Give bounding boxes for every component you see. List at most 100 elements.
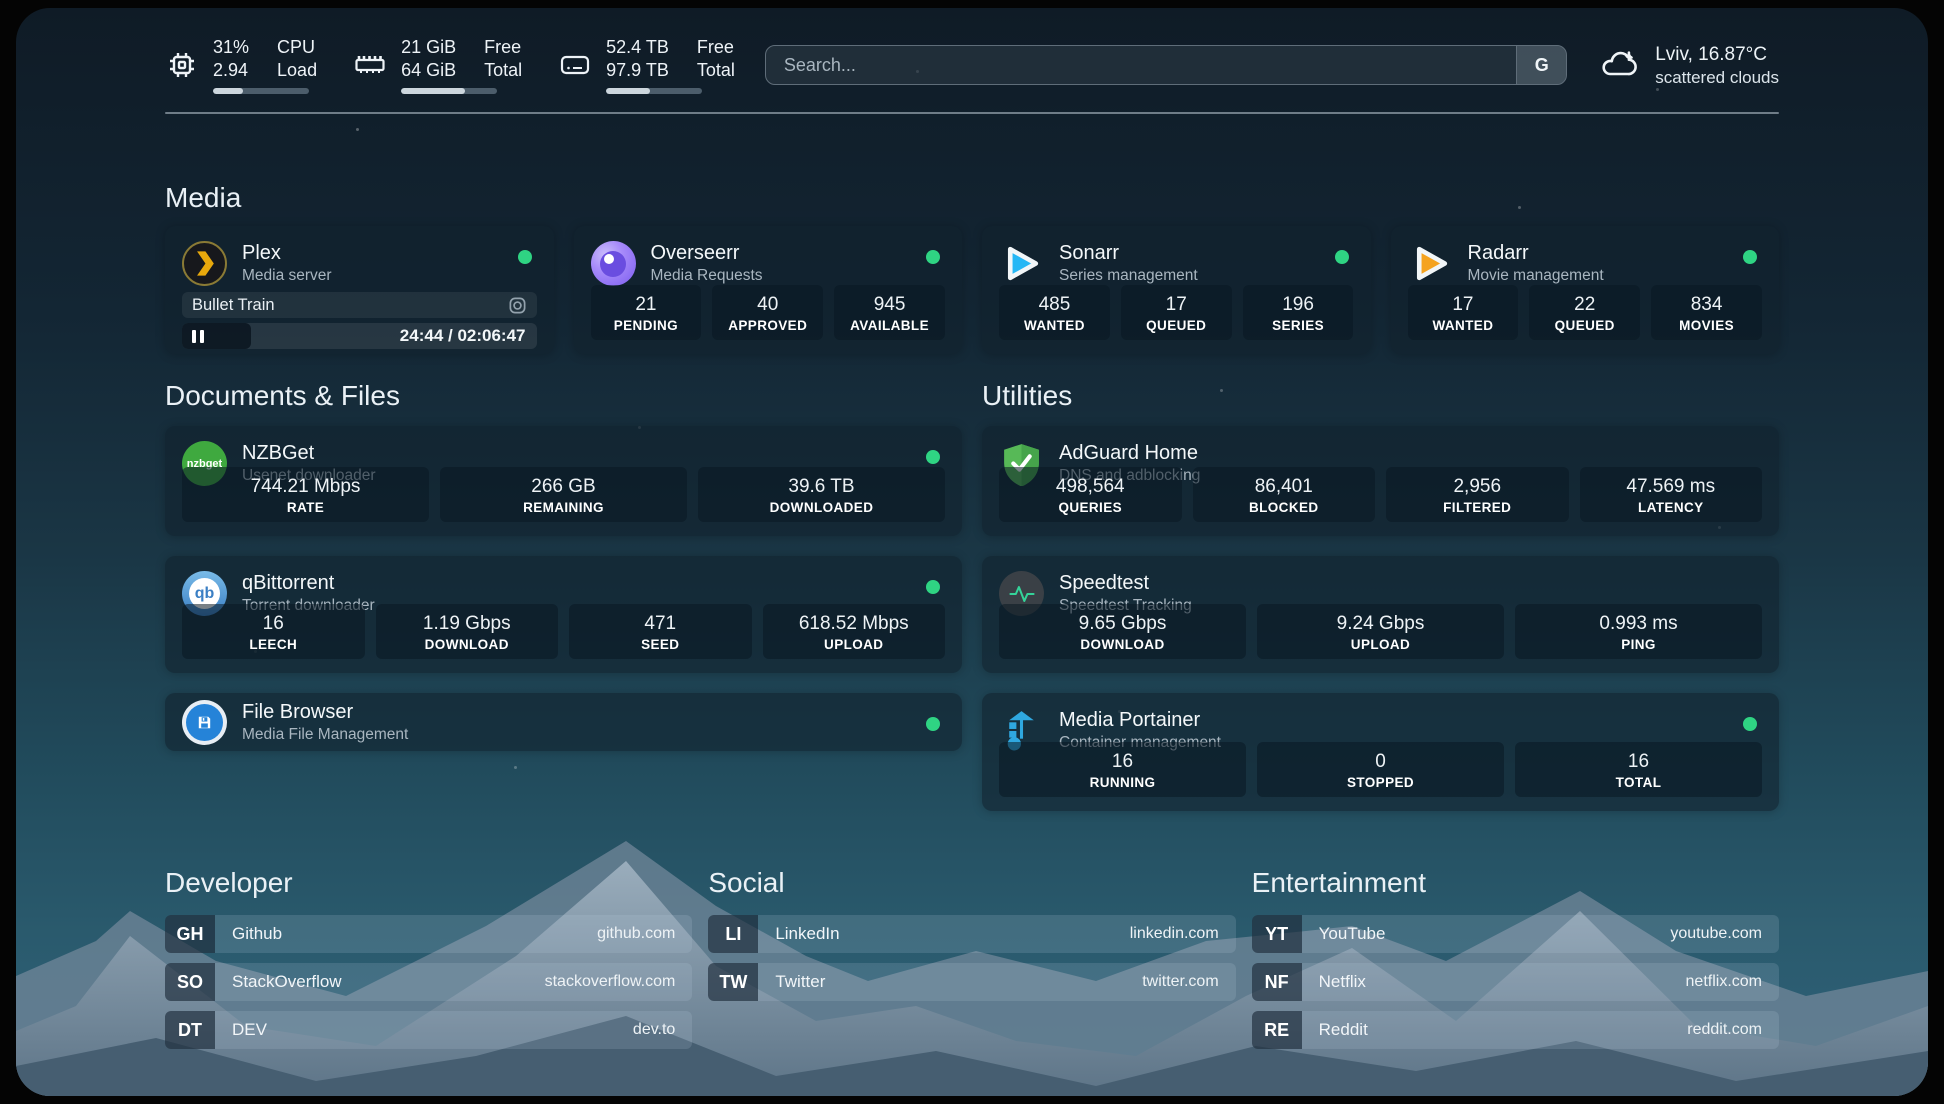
stat-movies: 834MOVIES <box>1651 285 1762 340</box>
status-dot <box>1743 717 1757 731</box>
bookmark-abbr: DT <box>165 1011 215 1049</box>
now-playing-title: Bullet Train <box>192 296 275 315</box>
bookmark-url: dev.to <box>633 1021 692 1039</box>
stat-wanted: 17WANTED <box>1408 285 1519 340</box>
bookmark-stackoverflow[interactable]: SO StackOverflow stackoverflow.com <box>165 963 692 1001</box>
bookmark-twitter[interactable]: TW Twitter twitter.com <box>708 963 1235 1001</box>
status-dot <box>926 717 940 731</box>
stat-download: 9.65 GbpsDOWNLOAD <box>999 604 1246 659</box>
app-card-speedtest[interactable]: Speedtest Speedtest Tracking 9.65 GbpsDO… <box>982 556 1779 673</box>
app-title: Speedtest <box>1059 571 1192 596</box>
app-title: Overseerr <box>651 241 763 266</box>
stat-rate: 744.21 MbpsRATE <box>182 467 429 522</box>
bookmark-abbr: YT <box>1252 915 1302 953</box>
stat-blocked: 86,401BLOCKED <box>1193 467 1376 522</box>
bookmark-abbr: LI <box>708 915 758 953</box>
stat-queued: 22QUEUED <box>1529 285 1640 340</box>
bookmark-url: twitter.com <box>1142 973 1235 991</box>
app-title: Plex <box>242 241 332 266</box>
app-title: AdGuard Home <box>1059 441 1200 466</box>
stat-total: 16TOTAL <box>1515 742 1762 797</box>
bookmark-name: Twitter <box>758 972 825 992</box>
plex-now-playing-row[interactable]: Bullet Train <box>182 292 537 318</box>
bookmark-reddit[interactable]: RE Reddit reddit.com <box>1252 1011 1779 1049</box>
bookmark-url: netflix.com <box>1686 973 1779 991</box>
app-title: NZBGet <box>242 441 376 466</box>
cpu-load-value: 2.94 <box>213 59 249 82</box>
bookmark-netflix[interactable]: NF Netflix netflix.com <box>1252 963 1779 1001</box>
stat-leech: 16LEECH <box>182 604 365 659</box>
memory-usage-bar <box>401 88 497 94</box>
app-card-filebrowser[interactable]: File Browser Media File Management <box>165 693 962 751</box>
bookmark-abbr: RE <box>1252 1011 1302 1049</box>
memory-stat: 21 GiB 64 GiB Free Total <box>353 36 522 94</box>
app-card-plex[interactable]: Plex Media server Bullet Train <box>165 226 554 354</box>
status-dot <box>926 580 940 594</box>
plex-progress-bar[interactable]: 24:44 / 02:06:47 <box>182 323 537 349</box>
status-dot <box>926 250 940 264</box>
search-engine-button[interactable]: G <box>1516 46 1566 84</box>
cloud-icon <box>1597 43 1641 87</box>
cpu-load-label: Load <box>277 59 317 82</box>
bookmark-linkedin[interactable]: LI LinkedIn linkedin.com <box>708 915 1235 953</box>
stat-download: 1.19 GbpsDOWNLOAD <box>376 604 559 659</box>
cpu-label: CPU <box>277 36 317 59</box>
app-card-nzbget[interactable]: nzbget NZBGet Usenet downloader 744.21 M… <box>165 426 962 536</box>
stat-approved: 40APPROVED <box>712 285 823 340</box>
stat-ping: 0.993 msPING <box>1515 604 1762 659</box>
overseerr-icon <box>591 241 636 286</box>
memory-icon <box>353 48 387 82</box>
app-card-portainer[interactable]: Media Portainer Container management 16R… <box>982 693 1779 811</box>
stat-stopped: 0STOPPED <box>1257 742 1504 797</box>
cpu-percent: 31% <box>213 36 249 59</box>
bookmark-name: Github <box>215 924 282 944</box>
stat-series: 196SERIES <box>1243 285 1354 340</box>
app-card-overseerr[interactable]: Overseerr Media Requests 21PENDING 40APP… <box>574 226 963 354</box>
stat-remaining: 266 GBREMAINING <box>440 467 687 522</box>
app-subtitle: Media server <box>242 266 332 286</box>
status-dot <box>926 450 940 464</box>
stat-downloaded: 39.6 TBDOWNLOADED <box>698 467 945 522</box>
status-dot <box>518 250 532 264</box>
stat-available: 945AVAILABLE <box>834 285 945 340</box>
disk-usage-bar <box>606 88 702 94</box>
app-title: qBittorrent <box>242 571 375 596</box>
bookmark-name: Netflix <box>1302 972 1366 992</box>
app-card-qbittorrent[interactable]: qb qBittorrent Torrent downloader 16LEEC… <box>165 556 962 673</box>
stat-wanted: 485WANTED <box>999 285 1110 340</box>
app-card-sonarr[interactable]: Sonarr Series management 485WANTED 17QUE… <box>982 226 1371 354</box>
bookmark-name: StackOverflow <box>215 972 342 992</box>
app-card-adguard[interactable]: AdGuard Home DNS and adblocking 498,564Q… <box>982 426 1779 536</box>
search-input[interactable] <box>766 55 1516 76</box>
bookmark-name: YouTube <box>1302 924 1386 944</box>
bookmark-group-entertainment: Entertainment YT YouTube youtube.com NF … <box>1252 867 1779 1059</box>
section-title-media: Media <box>165 182 1779 214</box>
dashboard-frame: 31% 2.94 CPU Load <box>16 8 1928 1096</box>
weather-location-temp: Lviv, 16.87°C <box>1655 42 1779 67</box>
section-title-social: Social <box>708 867 1235 899</box>
bookmark-name: DEV <box>215 1020 267 1040</box>
documents-column: Documents & Files nzbget NZBGet Usenet d… <box>165 380 962 811</box>
disk-total-label: Total <box>697 59 735 82</box>
snow-specks <box>16 8 19 11</box>
disk-free-value: 52.4 TB <box>606 36 669 59</box>
app-subtitle: Media Requests <box>651 266 763 286</box>
bookmark-url: linkedin.com <box>1130 925 1236 943</box>
bookmark-dev[interactable]: DT DEV dev.to <box>165 1011 692 1049</box>
disk-stat: 52.4 TB 97.9 TB Free Total <box>558 36 735 94</box>
stat-seed: 471SEED <box>569 604 752 659</box>
section-title-developer: Developer <box>165 867 692 899</box>
cpu-stat: 31% 2.94 CPU Load <box>165 36 317 94</box>
status-dot <box>1743 250 1757 264</box>
bookmark-youtube[interactable]: YT YouTube youtube.com <box>1252 915 1779 953</box>
bookmark-github[interactable]: GH Github github.com <box>165 915 692 953</box>
bookmark-url: youtube.com <box>1670 925 1779 943</box>
disk-free-label: Free <box>697 36 735 59</box>
sonarr-icon <box>999 241 1044 286</box>
bookmark-group-developer: Developer GH Github github.com SO StackO… <box>165 867 692 1059</box>
app-card-radarr[interactable]: Radarr Movie management 17WANTED 22QUEUE… <box>1391 226 1780 354</box>
stat-latency: 47.569 msLATENCY <box>1580 467 1763 522</box>
bookmark-name: LinkedIn <box>758 924 839 944</box>
bookmark-abbr: TW <box>708 963 758 1001</box>
stat-upload: 618.52 MbpsUPLOAD <box>763 604 946 659</box>
